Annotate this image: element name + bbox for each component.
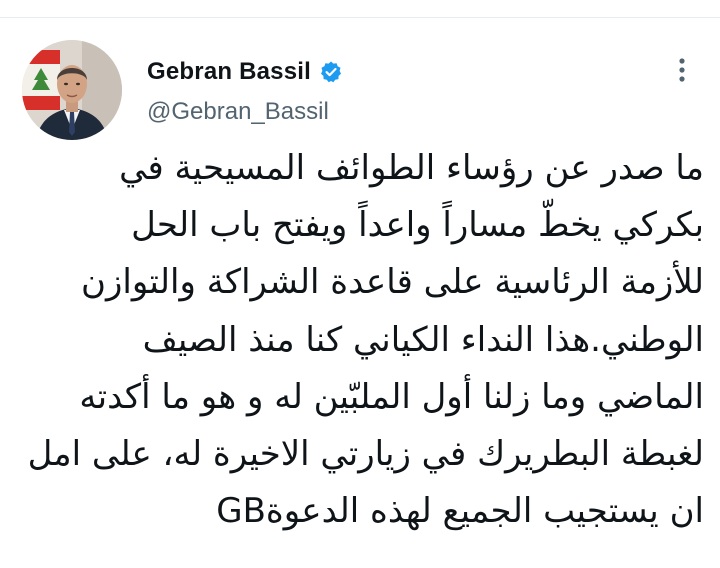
display-name[interactable]: Gebran Bassil — [147, 58, 311, 86]
tweet-line: الماضي وما زلنا أول الملبّين له و هو ما … — [79, 376, 704, 417]
more-options-button[interactable] — [666, 54, 698, 86]
profile-photo — [22, 40, 122, 140]
tweet-card[interactable]: Gebran Bassil @Gebran_Bassil ما صدر عن ر… — [0, 18, 720, 568]
tweet-line: لغبطة البطريرك في زيارتي الاخيرة له، على… — [27, 434, 704, 475]
verified-badge-icon — [319, 60, 343, 84]
tweet-line: ان يستجيب الجميع لهذه الدعوةGB — [216, 491, 704, 532]
tweet-line: الوطني.هذا النداء الكياني كنا منذ الصيف — [142, 319, 704, 360]
author-name-row[interactable]: Gebran Bassil — [147, 56, 343, 88]
user-handle[interactable]: @Gebran_Bassil — [147, 98, 329, 126]
tweet-line: بكركي يخطّ مساراً واعداً ويفتح باب الحل — [131, 205, 704, 246]
top-divider — [0, 0, 720, 18]
vertical-ellipsis-icon — [679, 58, 685, 82]
tweet-text: ما صدر عن رؤساء الطوائف المسيحية في بكرك… — [28, 140, 704, 540]
tweet-line: للأزمة الرئاسية على قاعدة الشراكة والتوا… — [81, 262, 704, 303]
avatar[interactable] — [22, 40, 122, 140]
tweet-line: ما صدر عن رؤساء الطوائف المسيحية في — [119, 148, 704, 188]
